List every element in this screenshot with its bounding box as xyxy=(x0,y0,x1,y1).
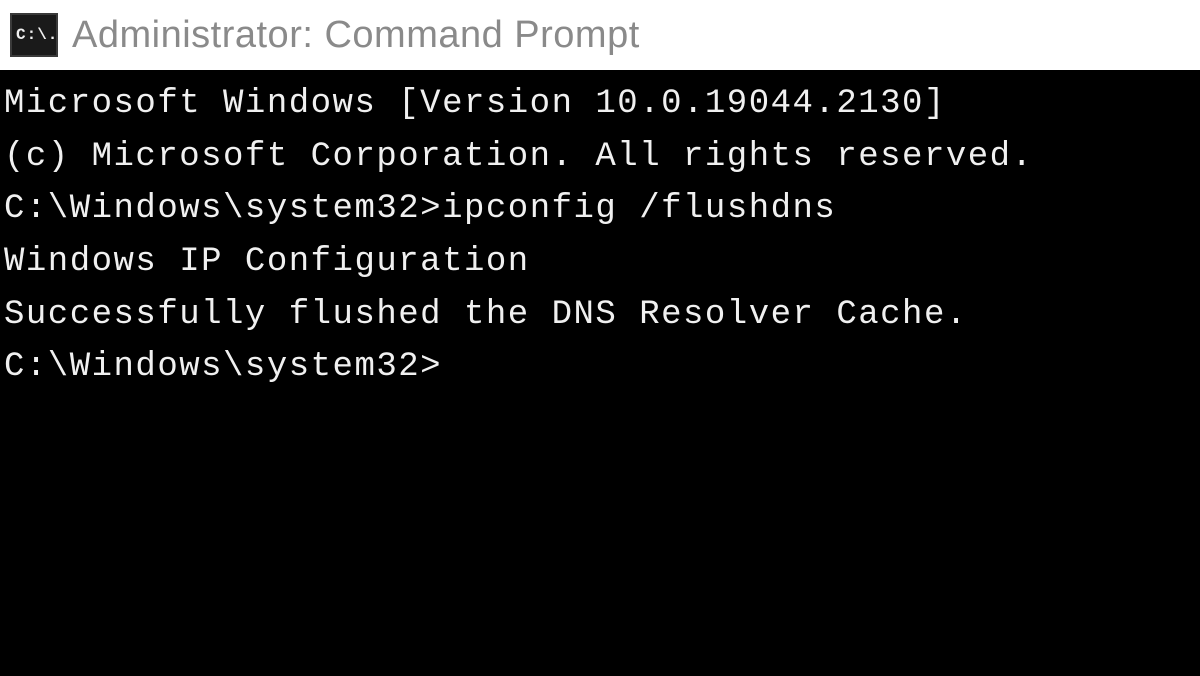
version-line: Microsoft Windows [Version 10.0.19044.21… xyxy=(4,78,1196,131)
current-prompt[interactable]: C:\Windows\system32> xyxy=(4,341,1196,394)
prompt-line: C:\Windows\system32>ipconfig /flushdns xyxy=(4,183,1196,236)
cmd-icon: C:\. xyxy=(10,13,58,57)
copyright-line: (c) Microsoft Corporation. All rights re… xyxy=(4,131,1196,184)
output-header: Windows IP Configuration xyxy=(4,236,1196,289)
terminal-output[interactable]: Microsoft Windows [Version 10.0.19044.21… xyxy=(0,70,1200,676)
titlebar[interactable]: C:\. Administrator: Command Prompt xyxy=(0,0,1200,70)
output-message: Successfully flushed the DNS Resolver Ca… xyxy=(4,289,1196,342)
command-prompt-window: C:\. Administrator: Command Prompt Micro… xyxy=(0,0,1200,676)
cmd-icon-text: C:\. xyxy=(16,26,58,44)
window-title: Administrator: Command Prompt xyxy=(72,14,640,57)
prompt-path: C:\Windows\system32> xyxy=(4,190,442,228)
entered-command: ipconfig /flushdns xyxy=(442,190,836,228)
